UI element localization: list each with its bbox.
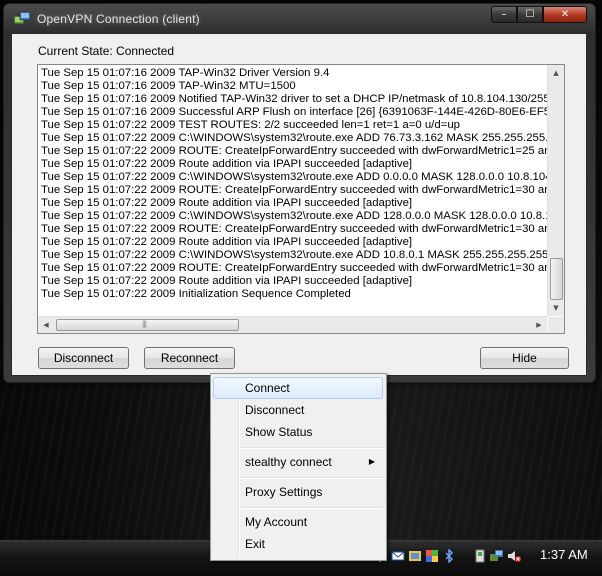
volume-muted-icon[interactable] <box>507 549 521 563</box>
title-bar[interactable]: OpenVPN Connection (client) – ☐ ✕ <box>4 4 595 32</box>
log-line: Tue Sep 15 01:07:22 2009 Route addition … <box>41 158 413 170</box>
log-box[interactable]: Tue Sep 15 01:07:16 2009 TAP-Win32 Drive… <box>37 64 565 334</box>
close-button[interactable]: ✕ <box>543 6 587 23</box>
log-line: Tue Sep 15 01:07:22 2009 C:\WINDOWS\syst… <box>41 132 547 144</box>
log-line: Tue Sep 15 01:07:22 2009 Route addition … <box>41 197 413 209</box>
menu-item-disconnect[interactable]: Disconnect <box>213 399 383 421</box>
openvpn-app-icon <box>14 12 30 25</box>
log-line: Tue Sep 15 01:07:22 2009 ROUTE: CreateIp… <box>41 184 547 196</box>
reconnect-button[interactable]: Reconnect <box>144 347 235 369</box>
log-line: Tue Sep 15 01:07:22 2009 C:\WINDOWS\syst… <box>41 171 547 183</box>
disconnect-button[interactable]: Disconnect <box>38 347 129 369</box>
scrollbar-corner <box>548 317 564 333</box>
window-title: OpenVPN Connection (client) <box>37 12 200 26</box>
tray-context-menu: Connect Disconnect Show Status stealthy … <box>210 373 387 561</box>
window-client-area: Current State: Connected Tue Sep 15 01:0… <box>11 33 587 376</box>
vertical-scroll-thumb[interactable] <box>550 258 563 300</box>
log-line: Tue Sep 15 01:07:22 2009 C:\WINDOWS\syst… <box>41 249 547 261</box>
scroll-right-arrow-icon[interactable]: ▶ <box>531 317 547 333</box>
log-line: Tue Sep 15 01:07:22 2009 ROUTE: CreateIp… <box>41 262 547 274</box>
log-line: Tue Sep 15 01:07:22 2009 Initialization … <box>41 288 351 300</box>
log-line: Tue Sep 15 01:07:22 2009 C:\WINDOWS\syst… <box>41 210 547 222</box>
minimize-button[interactable]: – <box>491 6 517 23</box>
maximize-button[interactable]: ☐ <box>517 6 543 23</box>
taskbar-clock[interactable]: 1:37 AM <box>540 547 588 562</box>
horizontal-scrollbar[interactable]: ◀ ||| ▶ <box>38 316 547 333</box>
scroll-grip-icon: ||| <box>142 320 147 328</box>
log-line: Tue Sep 15 01:07:22 2009 ROUTE: CreateIp… <box>41 223 547 235</box>
hide-button[interactable]: Hide <box>480 347 569 369</box>
menu-item-exit[interactable]: Exit <box>213 533 383 555</box>
menu-separator <box>241 447 383 449</box>
menu-item-stealthy-connect[interactable]: stealthy connect ▶ <box>213 451 383 473</box>
mail-icon[interactable] <box>391 549 405 563</box>
log-line: Tue Sep 15 01:07:22 2009 ROUTE: CreateIp… <box>41 145 547 157</box>
menu-item-label: stealthy connect <box>245 455 332 469</box>
horizontal-scroll-thumb[interactable]: ||| <box>56 319 239 331</box>
menu-separator <box>241 507 383 509</box>
log-line: Tue Sep 15 01:07:16 2009 Notified TAP-Wi… <box>41 93 547 105</box>
scroll-up-arrow-icon[interactable]: ▲ <box>548 65 564 81</box>
log-line: Tue Sep 15 01:07:16 2009 TAP-Win32 MTU=1… <box>41 80 296 92</box>
security-shield-icon[interactable] <box>425 549 439 563</box>
menu-item-my-account[interactable]: My Account <box>213 511 383 533</box>
scroll-left-arrow-icon[interactable]: ◀ <box>38 317 54 333</box>
network-activity-icon[interactable] <box>408 549 422 563</box>
log-text-area[interactable]: Tue Sep 15 01:07:16 2009 TAP-Win32 Drive… <box>38 65 547 316</box>
menu-item-connect[interactable]: Connect <box>213 377 383 399</box>
menu-item-show-status[interactable]: Show Status <box>213 421 383 443</box>
usb-device-icon[interactable] <box>473 549 487 563</box>
menu-item-proxy-settings[interactable]: Proxy Settings <box>213 481 383 503</box>
log-line: Tue Sep 15 01:07:16 2009 TAP-Win32 Drive… <box>41 67 330 79</box>
log-line: Tue Sep 15 01:07:16 2009 Successful ARP … <box>41 106 547 118</box>
log-line: Tue Sep 15 01:07:22 2009 Route addition … <box>41 236 413 248</box>
scroll-down-arrow-icon[interactable]: ▼ <box>548 300 564 316</box>
bluetooth-icon[interactable] <box>442 549 456 563</box>
connection-state-label: Current State: Connected <box>38 44 175 58</box>
vertical-scrollbar[interactable]: ▲ ▼ <box>547 65 564 316</box>
log-line: Tue Sep 15 01:07:22 2009 TEST ROUTES: 2/… <box>41 119 461 131</box>
log-line: Tue Sep 15 01:07:22 2009 Route addition … <box>41 275 413 287</box>
menu-separator <box>241 477 383 479</box>
submenu-arrow-icon: ▶ <box>368 457 375 466</box>
vpn-connected-icon[interactable] <box>490 549 504 563</box>
openvpn-status-window: OpenVPN Connection (client) – ☐ ✕ Curren… <box>3 3 596 383</box>
